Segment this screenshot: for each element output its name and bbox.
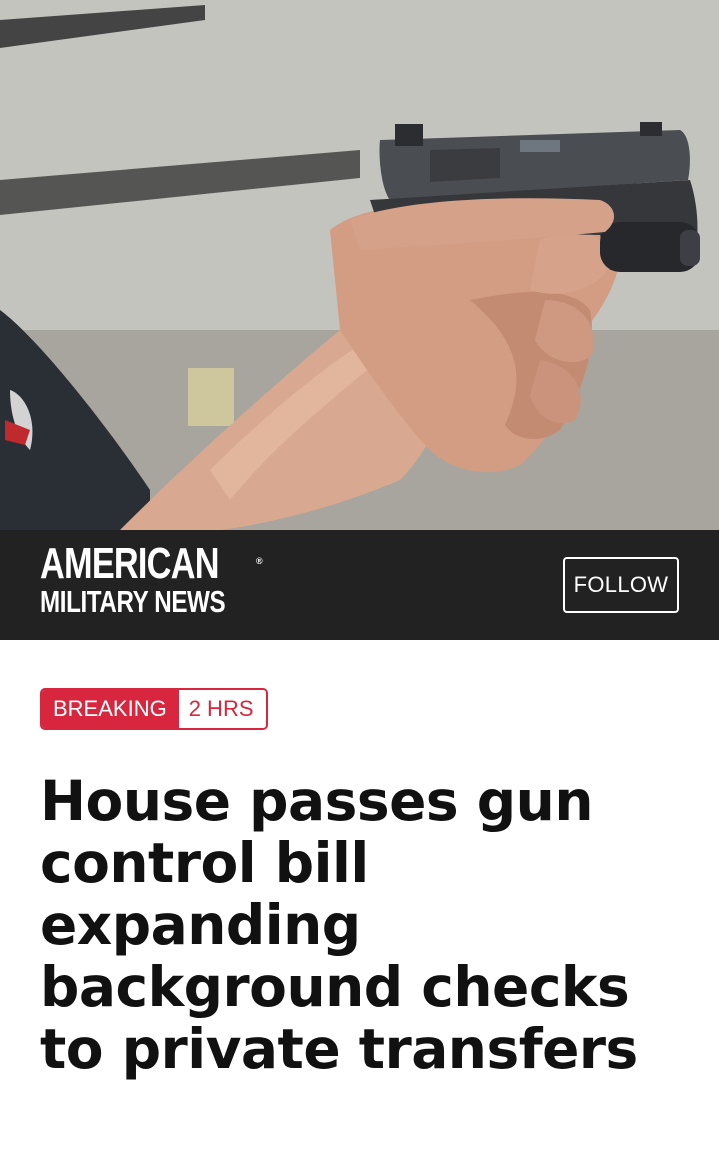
breaking-badge: BREAKING 2 HRS bbox=[40, 688, 268, 730]
app-page: AMERICAN MILITARY NEWS ® FOLLOW BREAKING… bbox=[0, 0, 719, 1163]
brand-name-line2: MILITARY NEWS bbox=[40, 584, 226, 619]
hero-image[interactable] bbox=[0, 0, 719, 530]
registered-mark: ® bbox=[256, 556, 263, 566]
brand-logo[interactable]: AMERICAN MILITARY NEWS ® bbox=[40, 542, 277, 618]
brand-name-line1: AMERICAN bbox=[40, 539, 219, 588]
article-headline[interactable]: House passes gun control bill expanding … bbox=[40, 770, 690, 1080]
breaking-label: BREAKING bbox=[42, 690, 179, 728]
follow-button[interactable]: FOLLOW bbox=[563, 557, 679, 613]
timestamp-label: 2 HRS bbox=[178, 690, 266, 728]
brand-bar: AMERICAN MILITARY NEWS ® FOLLOW bbox=[0, 530, 719, 640]
article-card[interactable]: BREAKING 2 HRS House passes gun control … bbox=[0, 640, 719, 1163]
